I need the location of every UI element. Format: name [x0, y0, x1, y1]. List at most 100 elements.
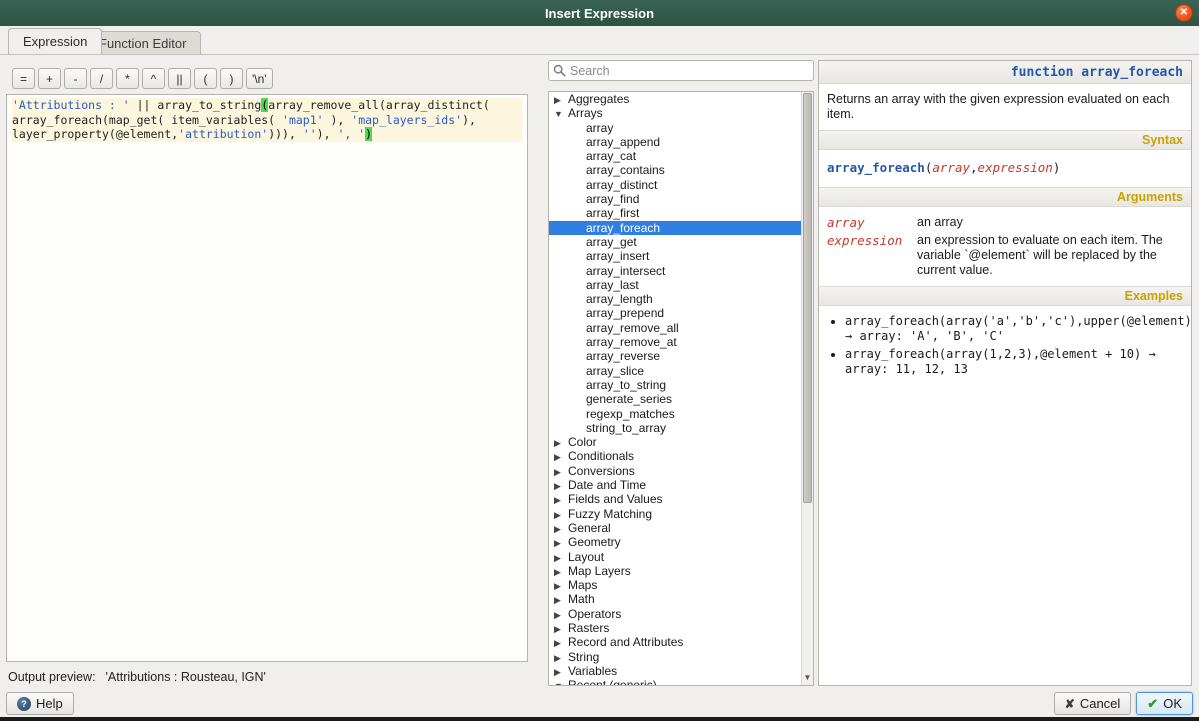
tab-expression[interactable]: Expression [8, 28, 102, 54]
operator-button-[interactable]: * [116, 68, 139, 89]
window-title: Insert Expression [545, 6, 654, 21]
tree-group-variables[interactable]: ▶Variables [549, 664, 801, 678]
example-result: array: 11, 12, 13 [845, 362, 968, 376]
string-literal: 'attribution' [178, 127, 268, 141]
function-item-array-contains[interactable]: array_contains [549, 163, 801, 177]
function-item-array-cat[interactable]: array_cat [549, 149, 801, 163]
expand-arrow-icon[interactable]: ▶ [554, 565, 568, 579]
ok-check-icon: ✔ [1147, 696, 1158, 712]
operator-button-[interactable]: + [38, 68, 61, 89]
expand-arrow-icon[interactable]: ▶ [554, 93, 568, 107]
tree-group-maps[interactable]: ▶Maps [549, 578, 801, 592]
expand-arrow-icon[interactable]: ▶ [554, 622, 568, 636]
function-item-regexp-matches[interactable]: regexp_matches [549, 407, 801, 421]
tree-group-arrays[interactable]: ▼Arrays [549, 106, 801, 120]
function-item-array-reverse[interactable]: array_reverse [549, 349, 801, 363]
tree-group-date-and-time[interactable]: ▶Date and Time [549, 478, 801, 492]
function-item-array-first[interactable]: array_first [549, 206, 801, 220]
tree-group-general[interactable]: ▶General [549, 521, 801, 535]
function-item-array-remove-all[interactable]: array_remove_all [549, 321, 801, 335]
tree-group-recent-generic[interactable]: ▼Recent (generic) [549, 678, 801, 685]
tree-scrollbar[interactable]: ▼ [801, 92, 813, 685]
help-button[interactable]: ? Help [6, 692, 74, 715]
function-item-array-find[interactable]: array_find [549, 192, 801, 206]
tree-group-label: General [568, 521, 611, 535]
expand-arrow-icon[interactable]: ▶ [554, 608, 568, 622]
function-item-string-to-array[interactable]: string_to_array [549, 421, 801, 435]
tree-group-fuzzy-matching[interactable]: ▶Fuzzy Matching [549, 507, 801, 521]
function-item-generate-series[interactable]: generate_series [549, 392, 801, 406]
collapse-arrow-icon[interactable]: ▼ [554, 107, 568, 121]
tree-group-operators[interactable]: ▶Operators [549, 607, 801, 621]
scrollbar-thumb[interactable] [803, 93, 812, 503]
tree-group-string[interactable]: ▶String [549, 650, 801, 664]
expand-arrow-icon[interactable]: ▶ [554, 493, 568, 507]
tree-group-label: String [568, 650, 599, 664]
tree-group-fields-and-values[interactable]: ▶Fields and Values [549, 492, 801, 506]
function-item-array-remove-at[interactable]: array_remove_at [549, 335, 801, 349]
operator-button-[interactable]: = [12, 68, 35, 89]
function-item-array-insert[interactable]: array_insert [549, 249, 801, 263]
expand-arrow-icon[interactable]: ▶ [554, 636, 568, 650]
function-item-array-distinct[interactable]: array_distinct [549, 178, 801, 192]
operator-button-[interactable]: / [90, 68, 113, 89]
tree-group-color[interactable]: ▶Color [549, 435, 801, 449]
tree-group-label: Geometry [568, 535, 621, 549]
tree-group-geometry[interactable]: ▶Geometry [549, 535, 801, 549]
search-box[interactable] [548, 60, 814, 81]
collapse-arrow-icon[interactable]: ▼ [554, 679, 568, 685]
help-button-label: Help [36, 696, 63, 711]
ok-button[interactable]: ✔ OK [1136, 692, 1193, 715]
tree-group-label: Aggregates [568, 92, 629, 106]
function-item-array-get[interactable]: array_get [549, 235, 801, 249]
function-item-array[interactable]: array [549, 121, 801, 135]
expression-editor[interactable]: 'Attributions : ' || array_to_string(arr… [6, 94, 528, 662]
tree-group-map-layers[interactable]: ▶Map Layers [549, 564, 801, 578]
tree-group-label: Color [568, 435, 597, 449]
examples-header: Examples [819, 286, 1191, 306]
operator-button-n[interactable]: '\n' [246, 68, 273, 89]
function-item-array-prepend[interactable]: array_prepend [549, 306, 801, 320]
function-item-array-to-string[interactable]: array_to_string [549, 378, 801, 392]
expand-arrow-icon[interactable]: ▶ [554, 651, 568, 665]
operator-button-[interactable]: || [168, 68, 191, 89]
expand-arrow-icon[interactable]: ▶ [554, 522, 568, 536]
function-item-array-foreach[interactable]: array_foreach [549, 221, 801, 235]
tree-group-label: Date and Time [568, 478, 646, 492]
expand-arrow-icon[interactable]: ▶ [554, 536, 568, 550]
operator-button-[interactable]: ^ [142, 68, 165, 89]
function-item-array-last[interactable]: array_last [549, 278, 801, 292]
expand-arrow-icon[interactable]: ▶ [554, 465, 568, 479]
tree-group-label: Rasters [568, 621, 609, 635]
expand-arrow-icon[interactable]: ▶ [554, 593, 568, 607]
tree-group-aggregates[interactable]: ▶Aggregates [549, 92, 801, 106]
tree-group-math[interactable]: ▶Math [549, 592, 801, 606]
operator-button-[interactable]: ( [194, 68, 217, 89]
tree-group-conditionals[interactable]: ▶Conditionals [549, 449, 801, 463]
operator-button-[interactable]: - [64, 68, 87, 89]
example-result-arrow: → [1141, 347, 1155, 361]
tree-group-conversions[interactable]: ▶Conversions [549, 464, 801, 478]
expand-arrow-icon[interactable]: ▶ [554, 450, 568, 464]
expand-arrow-icon[interactable]: ▶ [554, 436, 568, 450]
output-preview: Output preview:'Attributions : Rousteau,… [8, 670, 266, 684]
function-item-array-slice[interactable]: array_slice [549, 364, 801, 378]
scrollbar-down-arrow-icon[interactable]: ▼ [802, 672, 813, 684]
close-button[interactable]: ✕ [1175, 4, 1193, 22]
expand-arrow-icon[interactable]: ▶ [554, 579, 568, 593]
string-literal: 'map1' [282, 113, 324, 127]
tree-group-layout[interactable]: ▶Layout [549, 550, 801, 564]
cancel-button[interactable]: ✘ Cancel [1054, 692, 1132, 715]
function-item-array-length[interactable]: array_length [549, 292, 801, 306]
expand-arrow-icon[interactable]: ▶ [554, 665, 568, 679]
example-result: array: 'A', 'B', 'C' [859, 329, 1004, 343]
function-item-array-intersect[interactable]: array_intersect [549, 264, 801, 278]
expand-arrow-icon[interactable]: ▶ [554, 551, 568, 565]
operator-button-[interactable]: ) [220, 68, 243, 89]
tree-group-rasters[interactable]: ▶Rasters [549, 621, 801, 635]
function-item-array-append[interactable]: array_append [549, 135, 801, 149]
expand-arrow-icon[interactable]: ▶ [554, 508, 568, 522]
search-input[interactable] [570, 64, 809, 78]
expand-arrow-icon[interactable]: ▶ [554, 479, 568, 493]
tree-group-record-and-attributes[interactable]: ▶Record and Attributes [549, 635, 801, 649]
